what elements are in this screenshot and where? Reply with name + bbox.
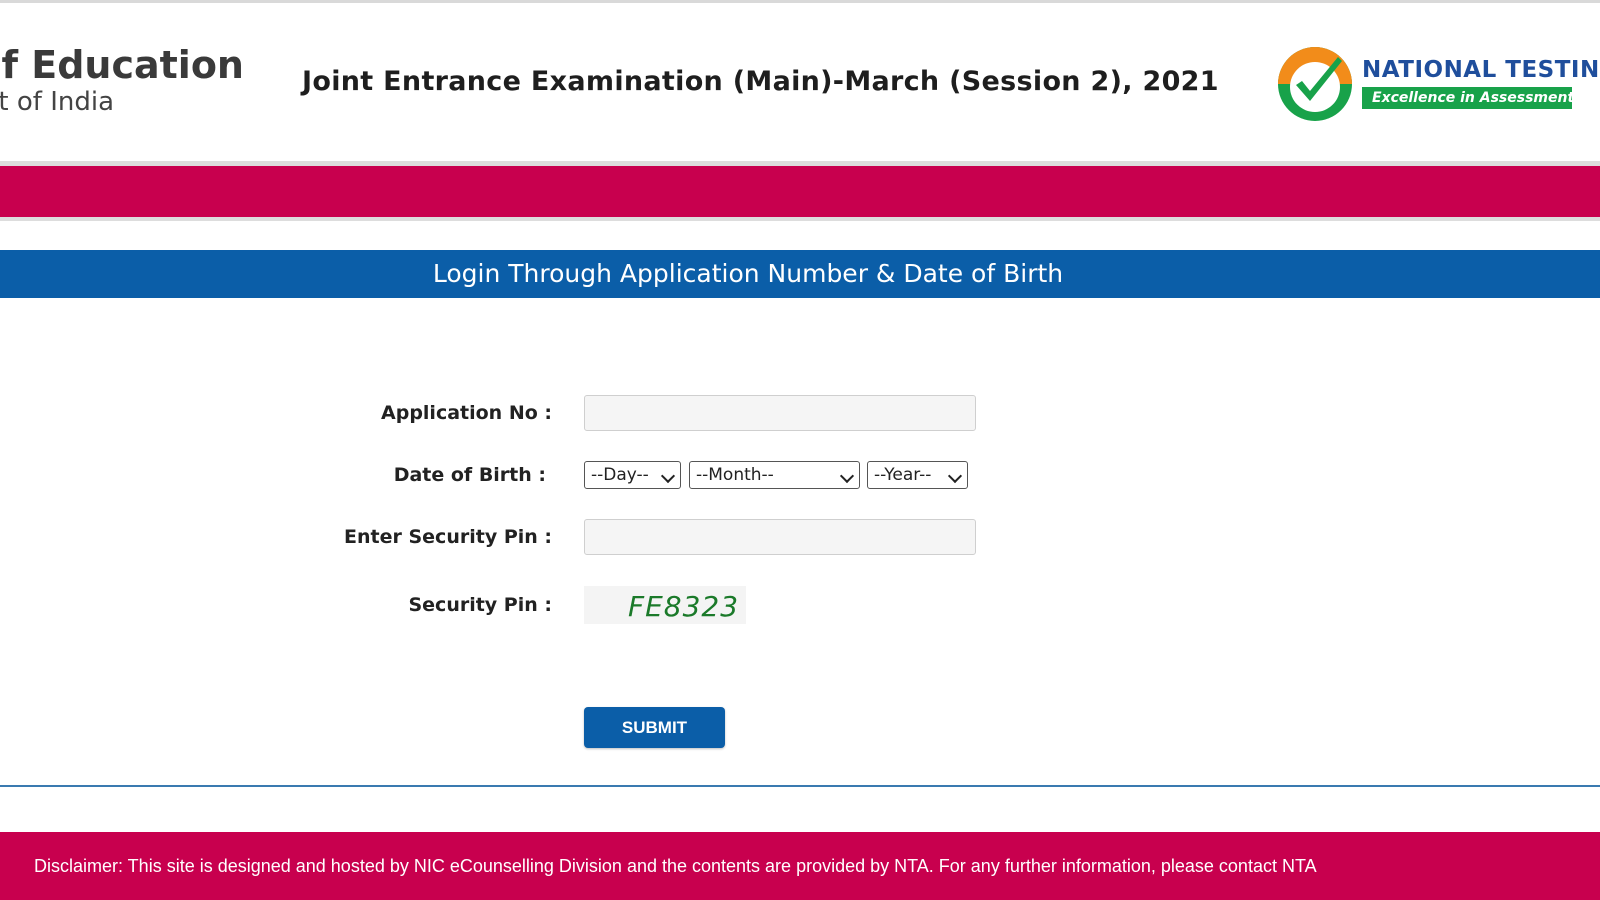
- nta-name: NATIONAL TESTING: [1362, 57, 1600, 83]
- captcha-text: FE8323: [628, 590, 740, 623]
- dob-day-value: --Day--: [591, 465, 649, 485]
- application-no-label: Application No :: [381, 402, 552, 424]
- dob-month-select[interactable]: --Month--: [689, 461, 860, 489]
- submit-button[interactable]: SUBMIT: [584, 707, 725, 748]
- ministry-subtitle: t of India: [0, 87, 114, 117]
- dob-day-select[interactable]: --Day--: [584, 461, 681, 489]
- ministry-logo: y of Education t of India: [0, 43, 250, 123]
- disclaimer-text: Disclaimer: This site is designed and ho…: [34, 856, 1317, 876]
- chevron-down-icon: [660, 468, 676, 484]
- nta-logo: NATIONAL TESTING Excellence in Assessmen…: [1276, 45, 1600, 125]
- chevron-down-icon: [947, 468, 963, 484]
- application-no-input[interactable]: [584, 395, 976, 431]
- dob-label: Date of Birth :: [393, 464, 546, 486]
- dob-month-value: --Month--: [696, 465, 774, 485]
- nta-tagline: Excellence in Assessment: [1362, 87, 1574, 109]
- exam-title: Joint Entrance Examination (Main)-March …: [302, 66, 1219, 97]
- captcha-image: FE8323: [584, 586, 746, 624]
- login-title: Login Through Application Number & Date …: [432, 259, 1064, 288]
- form-divider: [0, 785, 1600, 787]
- dob-year-value: --Year--: [874, 465, 932, 485]
- chevron-down-icon: [839, 468, 855, 484]
- login-heading-bar: Login Through Application Number & Date …: [0, 250, 1600, 298]
- security-pin-label: Security Pin :: [408, 594, 552, 616]
- band-divider: [0, 217, 1600, 221]
- footer: Disclaimer: This site is designed and ho…: [0, 832, 1600, 900]
- nav-band: [0, 166, 1600, 217]
- enter-security-pin-label: Enter Security Pin :: [344, 526, 552, 548]
- ministry-name: y of Education: [0, 43, 244, 87]
- check-circle-icon: [1278, 47, 1352, 121]
- security-pin-input[interactable]: [584, 519, 976, 555]
- page-header: y of Education t of India Joint Entrance…: [0, 3, 1600, 161]
- dob-year-select[interactable]: --Year--: [867, 461, 968, 489]
